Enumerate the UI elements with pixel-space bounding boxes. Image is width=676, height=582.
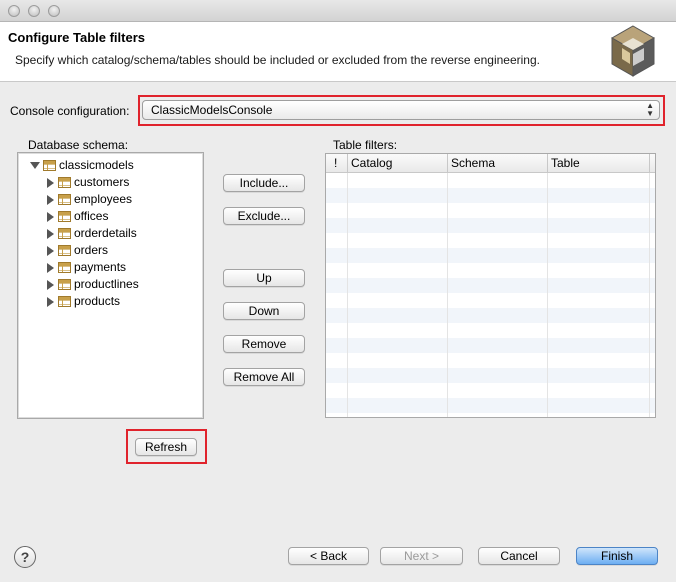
console-config-value: ClassicModelsConsole <box>151 103 273 117</box>
cancel-button[interactable]: Cancel <box>478 547 560 565</box>
chevron-right-icon[interactable] <box>47 280 54 290</box>
tree-item-products[interactable]: products <box>18 293 203 310</box>
table-row <box>326 368 655 383</box>
tree-item-orderdetails[interactable]: orderdetails <box>18 225 203 242</box>
table-icon <box>58 177 71 188</box>
page-description: Specify which catalog/schema/tables shou… <box>15 53 540 67</box>
column-header-table[interactable]: Table <box>548 154 650 173</box>
tree-item-label: productlines <box>74 277 139 291</box>
chevron-down-icon[interactable] <box>30 162 40 169</box>
chevron-right-icon[interactable] <box>47 195 54 205</box>
table-row <box>326 383 655 398</box>
table-row <box>326 398 655 413</box>
database-schema-label: Database schema: <box>28 138 129 152</box>
tree-item-label: payments <box>74 260 127 274</box>
zoom-icon[interactable] <box>48 5 60 17</box>
chevron-right-icon[interactable] <box>47 297 54 307</box>
table-filters-label: Table filters: <box>333 138 398 152</box>
table-header: ! Catalog Schema Table <box>326 154 655 173</box>
chevron-right-icon[interactable] <box>47 212 54 222</box>
table-row <box>326 278 655 293</box>
include-button[interactable]: Include... <box>223 174 305 192</box>
refresh-button[interactable]: Refresh <box>135 438 197 456</box>
hibernate-logo-icon <box>610 25 656 77</box>
chevron-right-icon[interactable] <box>47 246 54 256</box>
column-header-catalog[interactable]: Catalog <box>348 154 448 173</box>
remove-button[interactable]: Remove <box>223 335 305 353</box>
table-row <box>326 308 655 323</box>
column-header-schema[interactable]: Schema <box>448 154 548 173</box>
table-icon <box>58 194 71 205</box>
schema-tree[interactable]: classicmodels customers employees offices o… <box>17 152 204 419</box>
tree-item-payments[interactable]: payments <box>18 259 203 276</box>
table-icon <box>58 279 71 290</box>
console-config-label: Console configuration: <box>10 104 130 118</box>
database-icon <box>43 160 56 171</box>
finish-button[interactable]: Finish <box>576 547 658 565</box>
tree-item-label: orderdetails <box>74 226 137 240</box>
select-arrows-icon: ▲ ▼ <box>646 101 654 118</box>
tree-item-offices[interactable]: offices <box>18 208 203 225</box>
tree-item-orders[interactable]: orders <box>18 242 203 259</box>
chevron-right-icon[interactable] <box>47 178 54 188</box>
wizard-header: Configure Table filters Specify which ca… <box>0 22 676 82</box>
up-button[interactable]: Up <box>223 269 305 287</box>
page-title: Configure Table filters <box>8 30 145 45</box>
table-icon <box>58 211 71 222</box>
minimize-icon[interactable] <box>28 5 40 17</box>
tree-root-label: classicmodels <box>59 158 134 172</box>
table-icon <box>58 245 71 256</box>
tree-item-employees[interactable]: employees <box>18 191 203 208</box>
tree-item-label: customers <box>74 175 130 189</box>
table-row <box>326 248 655 263</box>
table-filters-grid[interactable]: ! Catalog Schema Table <box>325 153 656 418</box>
table-row <box>326 323 655 338</box>
window-titlebar <box>0 0 676 22</box>
close-icon[interactable] <box>8 5 20 17</box>
tree-item-label: products <box>74 294 121 308</box>
chevron-right-icon[interactable] <box>47 263 54 273</box>
down-button[interactable]: Down <box>223 302 305 320</box>
table-row <box>326 173 655 188</box>
table-row <box>326 353 655 368</box>
table-row <box>326 338 655 353</box>
console-config-select[interactable]: ClassicModelsConsole ▲ ▼ <box>142 100 660 120</box>
table-row <box>326 188 655 203</box>
tree-item-productlines[interactable]: productlines <box>18 276 203 293</box>
table-row <box>326 218 655 233</box>
tree-item-label: offices <box>74 209 109 223</box>
help-icon[interactable]: ? <box>14 546 36 568</box>
table-row <box>326 263 655 278</box>
exclude-button[interactable]: Exclude... <box>223 207 305 225</box>
chevron-right-icon[interactable] <box>47 229 54 239</box>
table-icon <box>58 262 71 273</box>
tree-item-label: employees <box>74 192 133 206</box>
table-row <box>326 203 655 218</box>
remove-all-button[interactable]: Remove All <box>223 368 305 386</box>
tree-root[interactable]: classicmodels <box>18 157 203 174</box>
table-row <box>326 293 655 308</box>
table-row <box>326 233 655 248</box>
tree-item-label: orders <box>74 243 109 257</box>
table-icon <box>58 228 71 239</box>
column-header-flag[interactable]: ! <box>326 154 348 173</box>
table-icon <box>58 296 71 307</box>
next-button: Next > <box>380 547 463 565</box>
back-button[interactable]: < Back <box>288 547 369 565</box>
tree-item-customers[interactable]: customers <box>18 174 203 191</box>
